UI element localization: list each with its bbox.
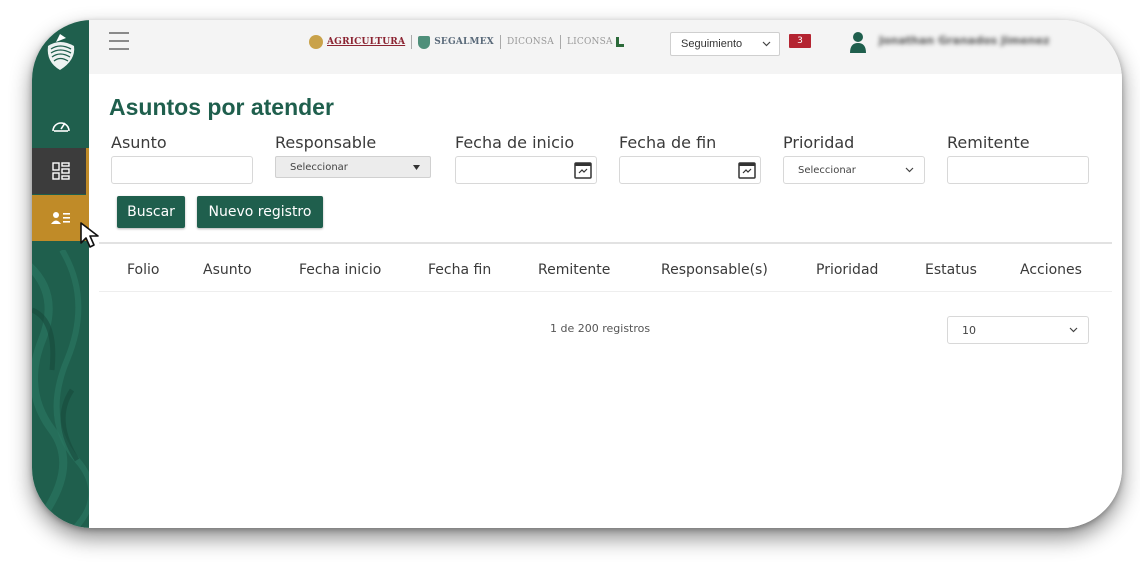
brand-liconsa-label: LICONSA — [566, 37, 613, 47]
column-header-responsables[interactable]: Responsable(s) — [661, 262, 768, 278]
responsable-label: Responsable — [275, 133, 377, 152]
brand-logos: AGRICULTURA SEGALMEX DICONSA LICONSA — [309, 34, 624, 50]
agricultura-seal-icon — [309, 35, 323, 49]
search-button[interactable]: Buscar — [117, 196, 185, 228]
sidebar — [32, 20, 89, 528]
segalmex-shield-icon — [418, 35, 431, 49]
page-title: Asuntos por atender — [109, 94, 334, 120]
chevron-down-icon — [905, 167, 914, 173]
pagination-summary: 1 de 200 registros — [550, 322, 651, 335]
module-select[interactable]: Seguimiento — [670, 32, 780, 56]
brand-separator — [559, 35, 561, 49]
prioridad-label: Prioridad — [783, 133, 855, 152]
column-header-remitente[interactable]: Remitente — [538, 262, 610, 278]
new-record-button[interactable]: Nuevo registro — [197, 196, 323, 228]
column-header-estatus[interactable]: Estatus — [925, 262, 977, 278]
brand-segalmex-label: SEGALMEX — [434, 37, 494, 47]
page-size-value: 10 — [962, 323, 976, 337]
brand-separator — [411, 35, 413, 49]
liconsa-mark-icon — [615, 37, 624, 47]
fecha-inicio-label: Fecha de inicio — [455, 133, 575, 152]
caret-down-icon — [413, 164, 420, 170]
app-window: AGRICULTURA SEGALMEX DICONSA LICONSA Seg… — [32, 20, 1122, 528]
column-header-folio[interactable]: Folio — [127, 262, 159, 278]
sidebar-item-apps[interactable] — [32, 148, 89, 194]
brand-separator — [499, 35, 501, 49]
mouse-pointer-icon — [80, 222, 99, 248]
calendar-icon[interactable] — [737, 160, 757, 180]
module-select-value: Seguimiento — [681, 38, 743, 50]
logo-icon — [47, 34, 75, 70]
chevron-down-icon — [762, 41, 771, 47]
column-header-fecha-inicio[interactable]: Fecha inicio — [299, 262, 381, 278]
prioridad-select[interactable]: Seleccionar — [783, 156, 925, 184]
user-name[interactable]: Jonathan Granados Jimenez — [879, 34, 1050, 47]
fecha-fin-label: Fecha de fin — [619, 133, 717, 152]
top-bar: AGRICULTURA SEGALMEX DICONSA LICONSA Seg… — [89, 20, 1122, 74]
brand-liconsa: LICONSA — [567, 37, 624, 47]
fecha-inicio-input[interactable] — [455, 156, 597, 184]
asunto-input[interactable] — [111, 156, 253, 184]
brand-agricultura-label: AGRICULTURA — [327, 37, 406, 47]
chevron-down-icon — [1069, 327, 1078, 333]
column-header-fecha-fin[interactable]: Fecha fin — [428, 262, 491, 278]
column-header-acciones[interactable]: Acciones — [1020, 262, 1082, 278]
notification-count: 3 — [797, 36, 803, 46]
page-size-select[interactable]: 10 — [947, 316, 1089, 344]
prioridad-select-value: Seleccionar — [798, 164, 856, 176]
notification-badge[interactable]: 3 — [789, 34, 811, 48]
table-divider — [99, 242, 1112, 244]
user-avatar-icon[interactable] — [849, 30, 867, 54]
dashboard-gauge-icon — [51, 122, 70, 132]
calendar-icon[interactable] — [573, 160, 593, 180]
responsable-select-value: Seleccionar — [290, 161, 348, 173]
responsable-select[interactable]: Seleccionar — [275, 156, 431, 178]
fecha-fin-input[interactable] — [619, 156, 761, 184]
brand-segalmex: SEGALMEX — [418, 35, 494, 49]
sidebar-item-dashboard[interactable] — [32, 102, 89, 148]
remitente-input[interactable] — [947, 156, 1089, 184]
remitente-label: Remitente — [947, 133, 1030, 152]
column-header-asunto[interactable]: Asunto — [203, 262, 252, 278]
main-content: Asuntos por atender Asunto Responsable F… — [89, 74, 1122, 528]
asunto-label: Asunto — [111, 133, 167, 152]
brand-diconsa-label: DICONSA — [506, 37, 554, 47]
table-header: Folio Asunto Fecha inicio Fecha fin Remi… — [99, 252, 1112, 292]
people-list-icon — [50, 212, 70, 224]
sidebar-pattern-decoration — [32, 250, 89, 528]
hamburger-menu-icon[interactable] — [109, 32, 129, 50]
apps-grid-icon — [51, 162, 70, 180]
column-header-prioridad[interactable]: Prioridad — [816, 262, 878, 278]
brand-agricultura: AGRICULTURA — [309, 35, 405, 49]
